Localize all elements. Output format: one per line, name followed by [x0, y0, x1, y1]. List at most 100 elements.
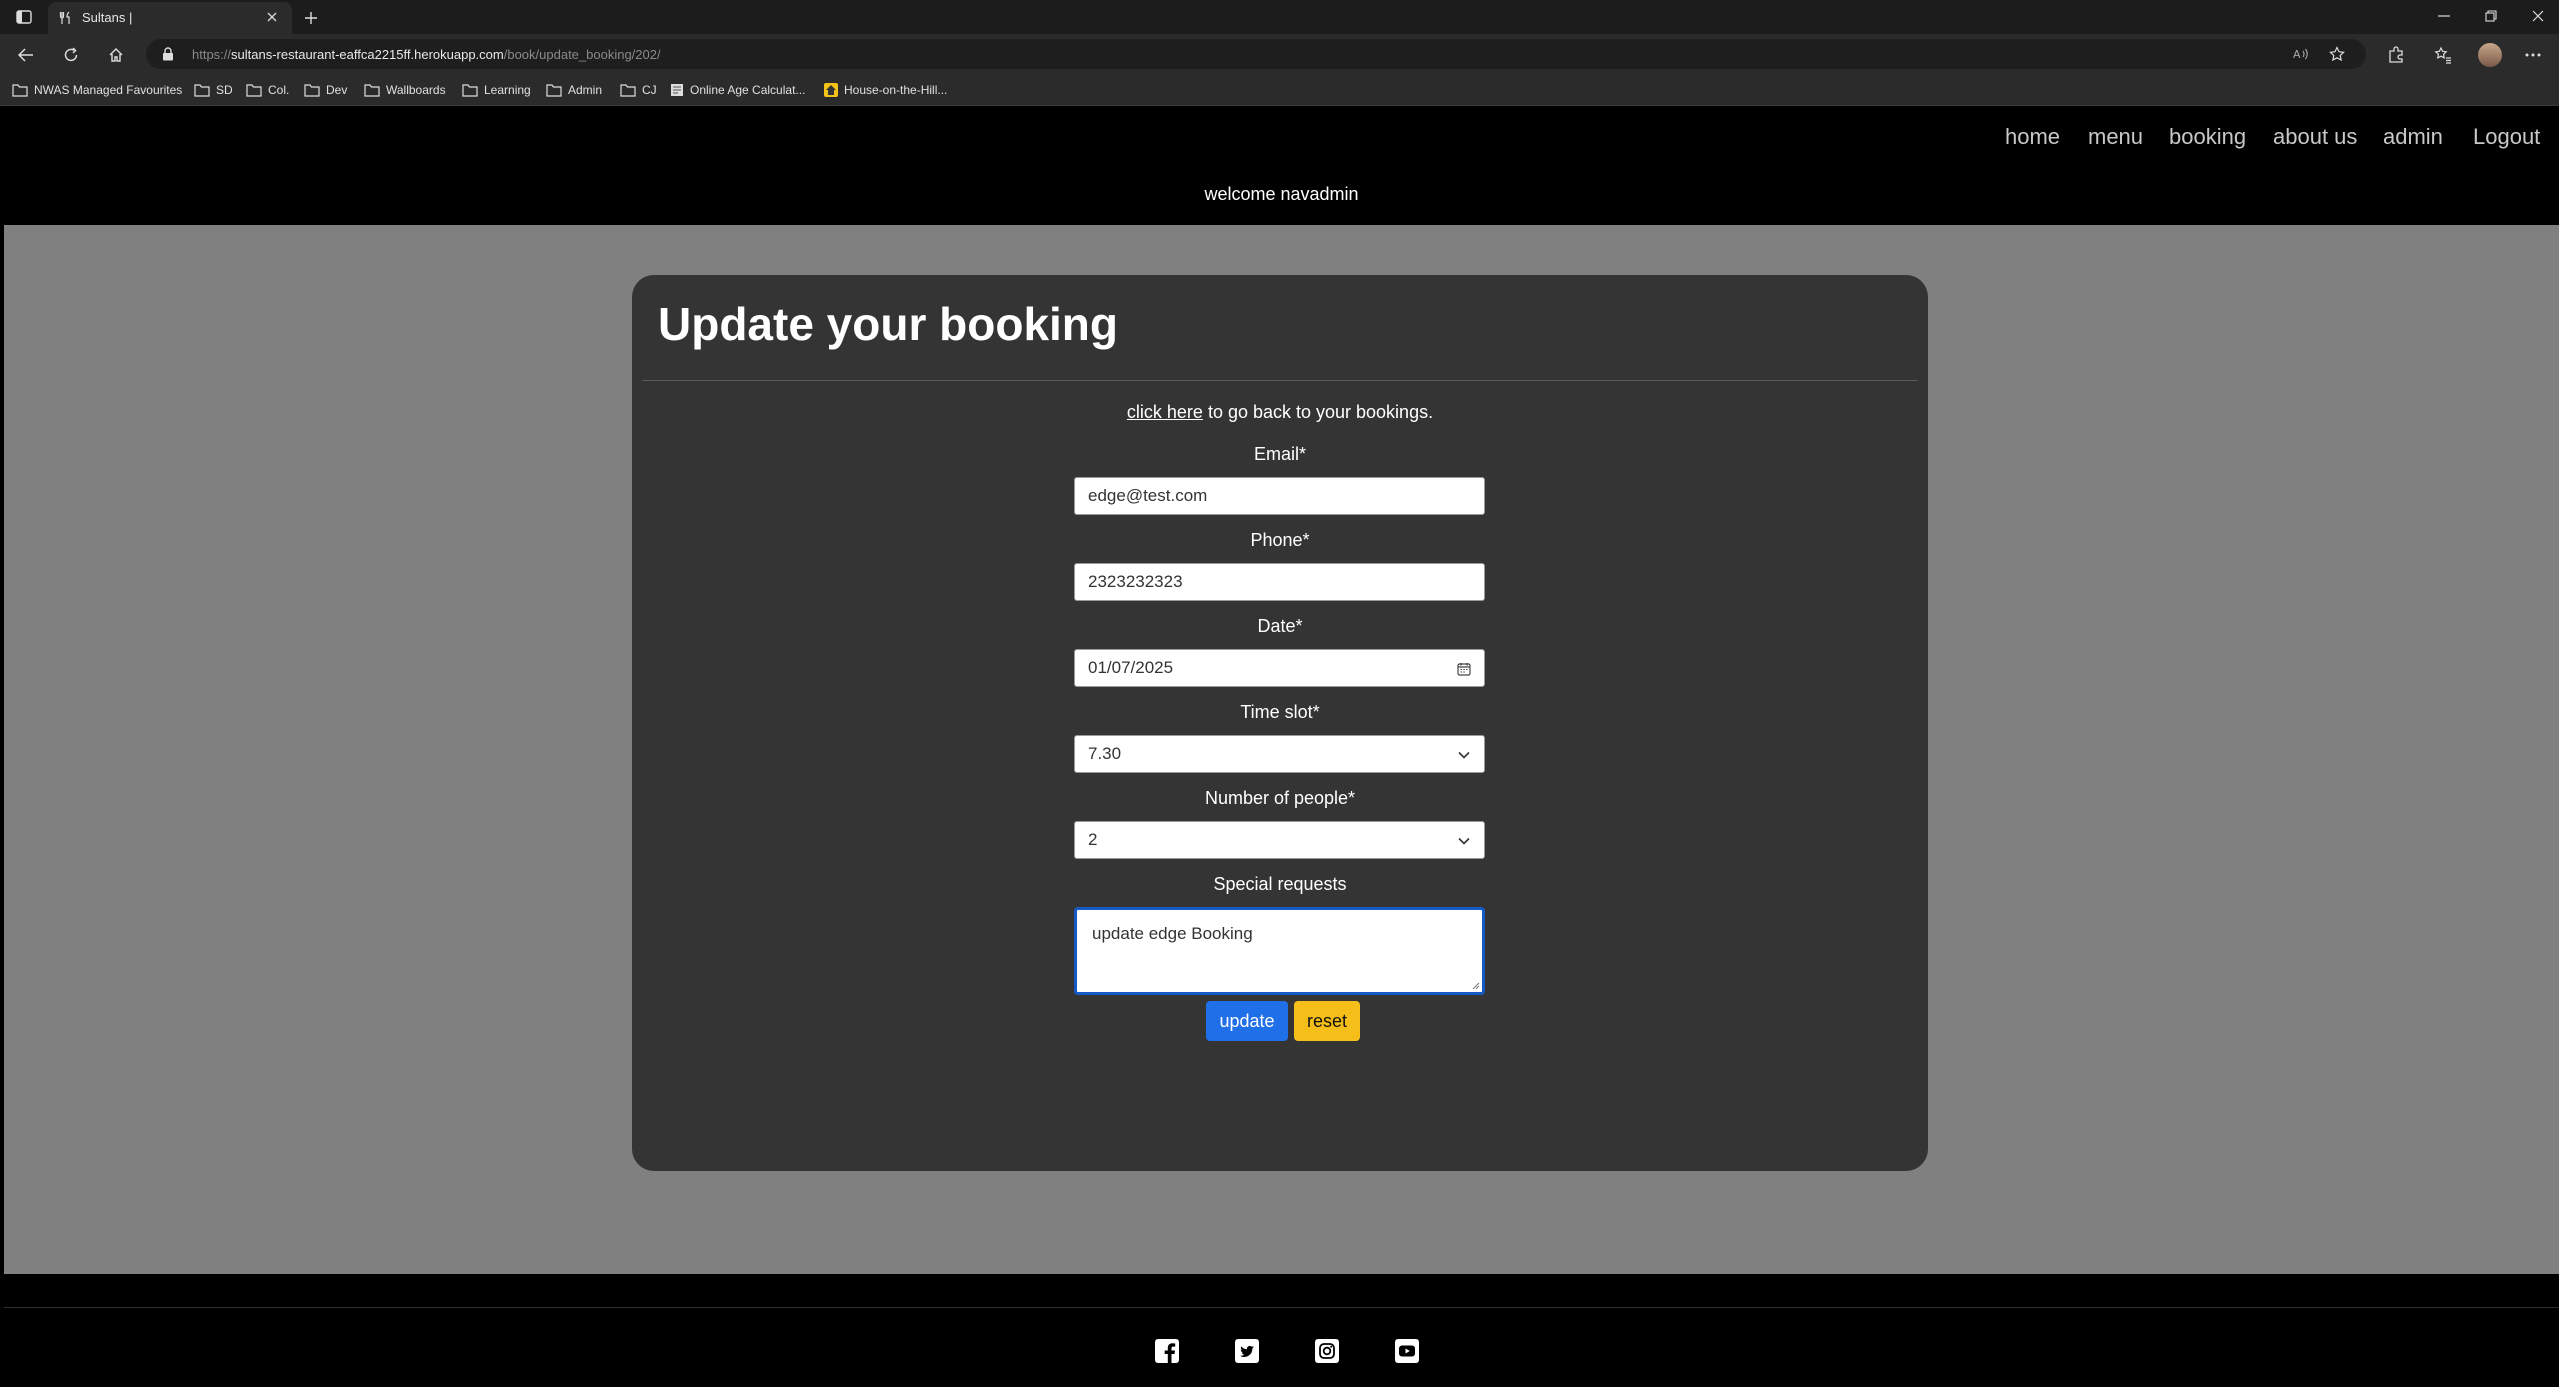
favorite-wallboards[interactable]: Wallboards	[364, 80, 446, 100]
welcome-message: welcome navadmin	[1204, 184, 1359, 204]
folder-icon	[546, 84, 562, 97]
people-select[interactable]: 2	[1074, 821, 1485, 859]
url-path: /book/update_booking/202/	[503, 47, 661, 62]
minimize-icon[interactable]	[2430, 6, 2458, 26]
folder-icon	[364, 84, 380, 97]
chevron-down-icon	[1456, 747, 1472, 763]
email-field[interactable]: edge@test.com	[1074, 477, 1485, 515]
extensions-icon[interactable]	[2385, 44, 2407, 66]
date-field[interactable]: 01/07/2025	[1074, 649, 1485, 687]
email-label: Email*	[1253, 444, 1306, 464]
people-value: 2	[1088, 830, 1098, 849]
restore-icon[interactable]	[2477, 6, 2505, 26]
fork-knife-icon	[58, 10, 74, 26]
time-slot-select[interactable]: 7.30	[1074, 735, 1485, 773]
favorite-nwas[interactable]: NWAS Managed Favourites	[12, 80, 182, 100]
booking-form-card: Update your booking click here to go bac…	[632, 275, 1928, 1171]
back-text: to go back to your bookings.	[1202, 402, 1434, 422]
date-value: 01/07/2025	[1088, 658, 1174, 677]
resize-grip-icon[interactable]	[1470, 980, 1480, 990]
tab-title: Sultans |	[82, 10, 133, 25]
browser-tab-strip: Sultans |	[0, 0, 2559, 34]
favorite-label: CJ	[642, 83, 657, 97]
favorite-label: Wallboards	[386, 83, 446, 97]
browser-tab[interactable]: Sultans |	[48, 2, 292, 34]
home-icon[interactable]	[104, 43, 128, 67]
url-scheme: https://	[192, 47, 232, 62]
favorite-star-icon[interactable]	[2328, 45, 2346, 63]
favorite-house-on-the-hill[interactable]: House-on-the-Hill...	[824, 80, 947, 100]
phone-field[interactable]: 2323232323	[1074, 563, 1485, 601]
facebook-icon[interactable]	[1154, 1338, 1180, 1364]
page-content: home menu booking about us admin Logout …	[4, 107, 2559, 1387]
nav-home[interactable]: home	[2005, 124, 2060, 150]
close-window-icon[interactable]	[2524, 6, 2552, 26]
favorite-label: NWAS Managed Favourites	[34, 83, 183, 97]
folder-icon	[462, 84, 478, 97]
favorite-label: Dev	[326, 83, 348, 97]
house-favicon-icon	[824, 83, 838, 97]
nav-logout[interactable]: Logout	[2473, 124, 2540, 150]
special-requests-value: update edge Booking	[1092, 924, 1253, 943]
favorites-bar: NWAS Managed Favourites SD Col. Dev Wall…	[0, 74, 2559, 106]
favorite-dev[interactable]: Dev	[304, 80, 347, 100]
reset-button[interactable]: reset	[1294, 1001, 1360, 1041]
folder-icon	[246, 84, 262, 97]
lock-icon[interactable]	[160, 46, 176, 62]
tab-actions-icon[interactable]	[10, 6, 38, 28]
refresh-icon[interactable]	[59, 43, 83, 67]
more-menu-icon[interactable]	[2522, 44, 2544, 66]
nav-menu[interactable]: menu	[2088, 124, 2143, 150]
favorite-sd[interactable]: SD	[194, 80, 233, 100]
favorites-list-icon[interactable]	[2432, 44, 2454, 66]
folder-icon	[12, 84, 28, 97]
footer-divider	[4, 1307, 2559, 1308]
favorite-label: Online Age Calculat...	[690, 83, 806, 97]
svg-text:A: A	[2293, 48, 2301, 61]
folder-icon	[194, 84, 210, 97]
favorite-admin[interactable]: Admin	[546, 80, 602, 100]
chevron-down-icon	[1456, 833, 1472, 849]
instagram-icon[interactable]	[1314, 1338, 1340, 1364]
favorite-cj[interactable]: CJ	[620, 80, 657, 100]
back-to-bookings-line: click here to go back to your bookings.	[632, 402, 1928, 423]
site-footer	[4, 1274, 2559, 1387]
back-arrow-icon[interactable]	[14, 43, 38, 67]
special-requests-label: Special requests	[1213, 874, 1347, 894]
favorite-label: Learning	[484, 83, 531, 97]
twitter-icon[interactable]	[1234, 1338, 1260, 1364]
time-slot-label: Time slot*	[1240, 702, 1320, 722]
url-host: sultans-restaurant-eaffca2215ff.herokuap…	[231, 47, 504, 62]
date-label: Date*	[1257, 616, 1303, 636]
browser-toolbar: https://sultans-restaurant-eaffca2215ff.…	[0, 34, 2559, 74]
phone-value: 2323232323	[1088, 572, 1183, 591]
divider	[642, 380, 1918, 381]
favorite-label: Col.	[268, 83, 290, 97]
nav-admin[interactable]: admin	[2383, 124, 2443, 150]
address-bar[interactable]: https://sultans-restaurant-eaffca2215ff.…	[146, 39, 2366, 69]
people-label: Number of people*	[1204, 788, 1356, 808]
youtube-icon[interactable]	[1394, 1338, 1420, 1364]
special-requests-textarea[interactable]: update edge Booking	[1074, 907, 1485, 995]
favorite-learning[interactable]: Learning	[462, 80, 531, 100]
phone-label: Phone*	[1250, 530, 1310, 550]
time-slot-value: 7.30	[1088, 744, 1122, 763]
email-value: edge@test.com	[1088, 486, 1208, 505]
nav-about-us[interactable]: about us	[2273, 124, 2357, 150]
profile-avatar[interactable]	[2478, 43, 2502, 67]
favorite-age-calculator[interactable]: Online Age Calculat...	[670, 80, 805, 100]
favorite-col[interactable]: Col.	[246, 80, 289, 100]
update-button[interactable]: update	[1206, 1001, 1288, 1041]
folder-icon	[304, 84, 320, 97]
calendar-icon[interactable]	[1456, 661, 1472, 677]
favorite-label: House-on-the-Hill...	[844, 83, 948, 97]
site-header: home menu booking about us admin Logout …	[4, 107, 2559, 225]
nav-booking[interactable]: booking	[2169, 124, 2246, 150]
new-tab-icon[interactable]	[300, 7, 322, 29]
favorite-label: SD	[216, 83, 233, 97]
back-link[interactable]: click here	[1127, 402, 1203, 422]
close-tab-icon[interactable]	[264, 9, 280, 25]
favorite-label: Admin	[568, 83, 603, 97]
read-aloud-icon[interactable]: A	[2292, 45, 2310, 63]
url-text: https://sultans-restaurant-eaffca2215ff.…	[192, 47, 661, 62]
